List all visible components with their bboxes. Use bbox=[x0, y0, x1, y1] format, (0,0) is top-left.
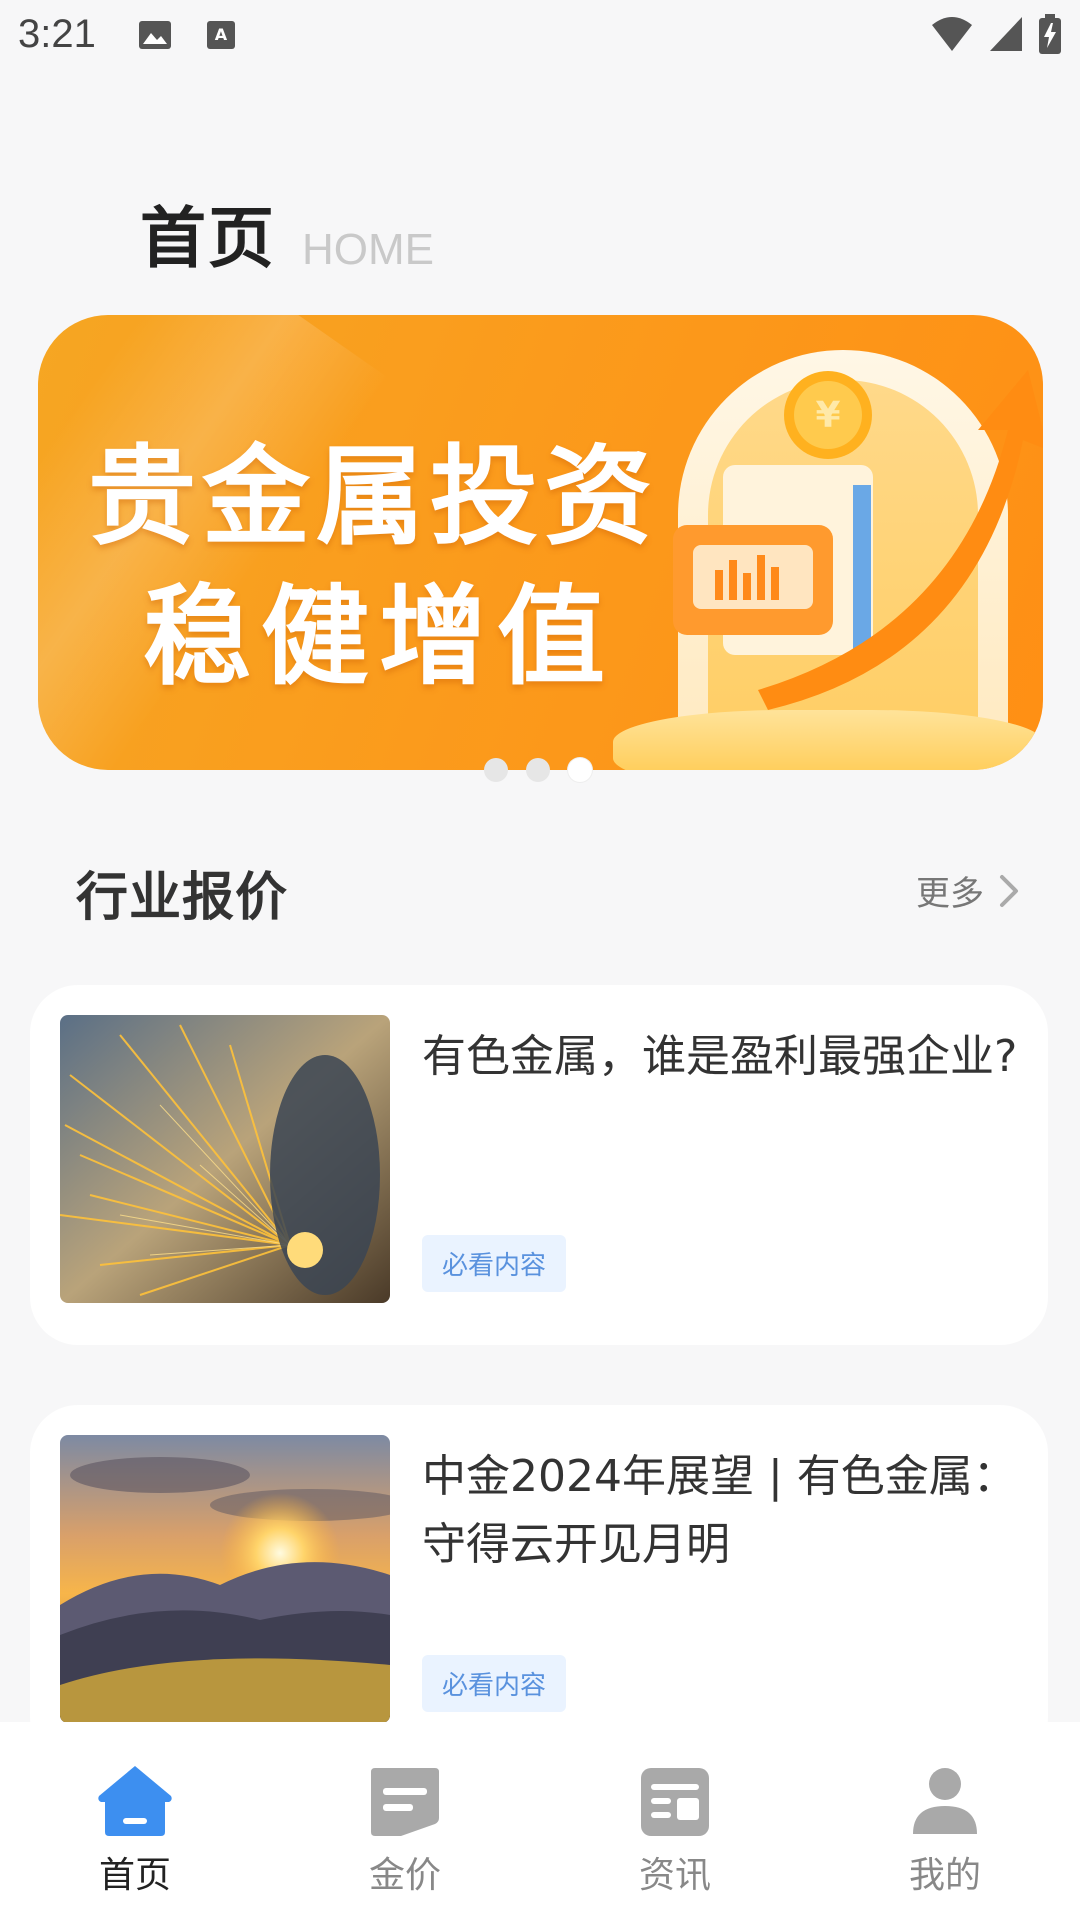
article-title: 中金2024年展望 | 有色金属：守得云开见月明 bbox=[422, 1451, 1017, 1570]
tab-gold-price-label: 金价 bbox=[368, 1855, 441, 1896]
news-icon bbox=[641, 1768, 709, 1836]
article-tag: 必看内容 bbox=[422, 1235, 567, 1292]
more-label: 更多 bbox=[916, 874, 984, 914]
bottom-tab-bar: 首页 金价 资讯 我的 bbox=[0, 1722, 1080, 1920]
carousel-dot[interactable] bbox=[484, 758, 508, 782]
article-card[interactable]: 中金2024年展望 | 有色金属：守得云开见月明 必看内容 bbox=[30, 1405, 1048, 1765]
price-icon bbox=[371, 1768, 439, 1836]
tab-news-label: 资讯 bbox=[638, 1855, 711, 1896]
carousel-dot-active[interactable] bbox=[568, 758, 592, 782]
article-card[interactable]: 有色金属，谁是盈利最强企业? 必看内容 bbox=[30, 985, 1048, 1345]
page-subtitle: HOME bbox=[302, 225, 434, 274]
status-bar: 3:21 A bbox=[0, 0, 1080, 72]
grinding-sparks-image bbox=[60, 1015, 390, 1303]
tab-home-label: 首页 bbox=[98, 1855, 171, 1896]
article-thumbnail bbox=[60, 1435, 390, 1723]
tab-mine-label: 我的 bbox=[908, 1855, 981, 1896]
image-notification-icon bbox=[139, 21, 171, 49]
signal-icon bbox=[990, 17, 1022, 51]
tab-mine[interactable]: 我的 bbox=[845, 1760, 1045, 1898]
tab-home[interactable]: 首页 bbox=[35, 1760, 235, 1898]
tab-gold-price[interactable]: 金价 bbox=[305, 1760, 505, 1898]
banner-headline: 贵金属投资 bbox=[88, 435, 659, 560]
page-title: 首页 bbox=[140, 200, 276, 277]
carousel-indicator bbox=[484, 758, 592, 782]
article-title: 有色金属，谁是盈利最强企业? bbox=[422, 1031, 1018, 1082]
promo-banner[interactable]: ¥ 贵金属投资 稳健增值 bbox=[38, 315, 1043, 770]
page-header: 首页 HOME bbox=[140, 185, 434, 281]
article-tag: 必看内容 bbox=[422, 1655, 567, 1712]
more-link[interactable]: 更多 bbox=[916, 866, 1020, 915]
section-title: 行业报价 bbox=[76, 868, 289, 928]
svg-text:A: A bbox=[215, 25, 228, 44]
tab-news[interactable]: 资讯 bbox=[575, 1760, 775, 1898]
chevron-right-icon bbox=[1000, 874, 1018, 907]
growth-arrow-icon bbox=[758, 370, 1043, 710]
banner-subheadline: 稳健增值 bbox=[143, 575, 616, 700]
battery-icon bbox=[1039, 14, 1061, 54]
text-notification-icon: A bbox=[207, 21, 235, 49]
user-icon bbox=[913, 1768, 977, 1834]
banner-pedestal bbox=[613, 710, 1043, 770]
status-time: 3:21 bbox=[18, 12, 96, 56]
home-icon bbox=[98, 1766, 172, 1836]
sunset-mountains-image bbox=[60, 1435, 390, 1723]
wifi-icon bbox=[932, 17, 972, 51]
carousel-dot[interactable] bbox=[526, 758, 550, 782]
article-thumbnail bbox=[60, 1015, 390, 1303]
